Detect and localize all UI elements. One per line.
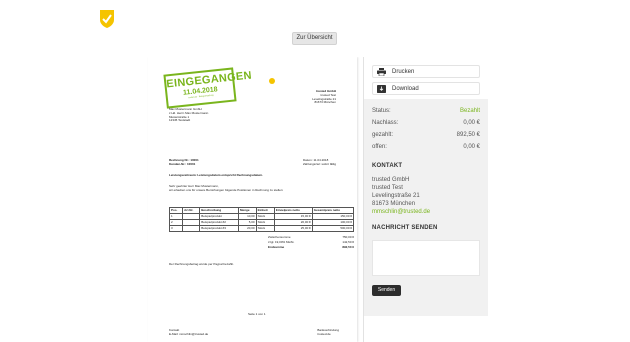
service-period-note: Leistungszeitraum: Leistungsdatum entspr…	[169, 173, 263, 177]
paid-row: gezahlt: 892,50 €	[372, 129, 480, 141]
sender-address: trusted GmbH trusted Test Levelingstraße…	[312, 89, 336, 105]
contact-email-link[interactable]: mmschlin@trusted.de	[372, 209, 430, 215]
recipient-address: Max Mustermann GmbH z.Hd. Herrn Max Must…	[169, 107, 208, 123]
paid-label: gezahlt:	[372, 132, 394, 138]
table-cell: 500,00 €	[311, 225, 355, 232]
page-number: Seite 1 von 1	[248, 312, 266, 316]
invoice-dates: Datum: 11.04.2018 Zahlungsziel: sofort f…	[302, 158, 336, 167]
send-button[interactable]: Senden	[372, 285, 401, 296]
status-list: Status: Bezahlt Nachlass: 0,00 € gezahlt…	[372, 105, 480, 153]
table-cell: Beispielprodukt #3	[199, 225, 240, 232]
discount-value: 0,00 €	[463, 120, 480, 126]
contact-line: trusted Test	[372, 185, 403, 191]
table-cell: Stück	[255, 225, 275, 232]
trusted-logo-icon	[100, 10, 114, 28]
sum-row-total: Endsumme 892,50 €	[268, 245, 354, 251]
contact-line: 81673 München	[372, 201, 416, 207]
contact-line: trusted GmbH	[372, 177, 410, 183]
table-cell: 20,00	[238, 225, 257, 232]
back-to-overview-button[interactable]: Zur Übersicht	[292, 32, 337, 45]
paid-value: 892,50 €	[456, 132, 480, 138]
intro-line: wir erlauben uns für unsere Bemühungen f…	[169, 187, 284, 192]
table-cell	[182, 225, 201, 232]
print-label: Drucken	[392, 68, 415, 75]
payment-note: Der Rechnungsbetrag wurde per Paypal bez…	[169, 262, 234, 266]
table-cell: 3	[168, 225, 184, 232]
contact-address: trusted GmbH trusted Test Levelingstraße…	[372, 176, 420, 208]
footer-contact: Kontakt E-Mail: mmschlin@trusted.de	[169, 328, 209, 337]
greeting: Sehr geehrter Herr Max Mustermann, wir e…	[169, 184, 339, 193]
footer-line: trusted.de	[317, 331, 331, 336]
status-label: Status:	[372, 108, 391, 114]
table-row: 3 Beispielprodukt #3 20,00 Stück 25,00 €…	[168, 225, 355, 232]
message-textarea[interactable]	[372, 240, 480, 276]
discount-label: Nachlass:	[372, 120, 399, 126]
invoice-meta: Rechnung Nr.: 10001 Kunden-Nr.: 10001	[169, 158, 199, 167]
invoice-sums: Zwischensumme 750,00 € zzgl. 19,00% MwSt…	[268, 235, 354, 251]
document-actions: Drucken Download	[372, 65, 480, 99]
message-title: NACHRICHT SENDEN	[372, 225, 438, 231]
status-row: Status: Bezahlt	[372, 105, 480, 117]
sender-line: 81673 München	[314, 100, 336, 105]
document-footer: Kontakt E-Mail: mmschlin@trusted.de Bank…	[169, 328, 339, 337]
open-value: 0,00 €	[463, 144, 480, 150]
printer-icon	[377, 67, 386, 76]
footer-bank: Bankverbindung trusted.de	[317, 328, 339, 337]
sum-value: 892,50 €	[342, 245, 354, 249]
line-items-table: Pos. Art.Nr. Beschreibung Menge Einheit …	[168, 207, 355, 232]
footer-line: E-Mail: mmschlin@trusted.de	[169, 331, 209, 336]
table-cell: 25,00 €	[273, 225, 313, 232]
contact-title: KONTAKT	[372, 163, 403, 169]
payment-terms: Zahlungsziel: sofort fällig	[302, 161, 336, 166]
document-logo-icon	[269, 78, 275, 84]
customer-number: Kunden-Nr.: 10001	[169, 161, 196, 166]
invoice-sidebar: Status: Bezahlt Nachlass: 0,00 € gezahlt…	[364, 99, 488, 316]
status-value: Bezahlt	[459, 108, 480, 114]
download-label: Download	[392, 85, 419, 92]
sum-label: Endsumme	[268, 245, 285, 249]
discount-row: Nachlass: 0,00 €	[372, 117, 480, 129]
recipient-line: 12345 Teststadt	[169, 118, 191, 123]
print-button[interactable]: Drucken	[372, 65, 480, 78]
document-viewer[interactable]: EINGEGANGEN 11.04.2018 trusted.de · Bele…	[141, 57, 364, 342]
contact-line: Levelingstraße 21	[372, 193, 420, 199]
download-icon	[377, 84, 386, 93]
open-row: offen: 0,00 €	[372, 141, 480, 153]
invoice-document: EINGEGANGEN 11.04.2018 trusted.de · Bele…	[148, 57, 357, 342]
open-label: offen:	[372, 144, 387, 150]
download-button[interactable]: Download	[372, 82, 480, 95]
received-stamp: EINGEGANGEN 11.04.2018 trusted.de · Bele…	[163, 67, 252, 109]
